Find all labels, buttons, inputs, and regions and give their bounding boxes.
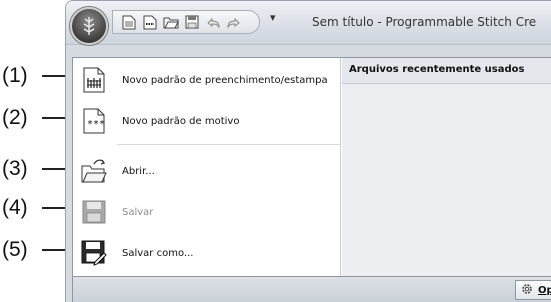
menu-save-as[interactable]: Salvar como... [73, 235, 341, 271]
save-as-icon [80, 239, 108, 267]
motif-pattern-icon: *** [80, 107, 108, 135]
options-gear-icon [520, 282, 534, 299]
recent-files-header: Arquivos recentemente usados [342, 58, 551, 84]
save-icon[interactable] [184, 14, 200, 30]
new-motif-icon[interactable] [142, 14, 158, 30]
menu-save[interactable]: Salvar [73, 194, 341, 230]
application-menu-button[interactable] [70, 7, 108, 45]
save-icon [80, 198, 108, 226]
fill-pattern-icon [80, 66, 108, 94]
menu-new-fill-pattern[interactable]: Novo padrão de preenchimento/estampa [73, 62, 341, 98]
new-pattern-icon[interactable] [121, 14, 137, 30]
menu-new-motif-pattern-label: Novo padrão de motivo [122, 115, 240, 127]
open-folder-icon[interactable] [163, 14, 179, 30]
svg-text:***: *** [87, 119, 105, 130]
undo-icon[interactable] [205, 14, 221, 30]
callout-3: (3) [2, 157, 28, 180]
application-logo-icon [83, 17, 95, 35]
application-window: ▾ Sem título - Programmable Stitch Cre N… [65, 0, 551, 302]
callout-2: (2) [2, 106, 28, 129]
menu-open-label: Abrir... [122, 165, 155, 177]
menu-save-as-label: Salvar como... [122, 247, 194, 259]
application-menu: Novo padrão de preenchimento/estampa ***… [72, 57, 551, 277]
options-button-label: Opç [538, 284, 551, 296]
title-bar: ▾ Sem título - Programmable Stitch Cre [66, 1, 551, 45]
menu-new-motif-pattern[interactable]: *** Novo padrão de motivo [73, 103, 341, 139]
window-title: Sem título - Programmable Stitch Cre [312, 15, 537, 29]
callout-5: (5) [2, 238, 28, 261]
redo-icon[interactable] [226, 14, 242, 30]
menu-new-fill-pattern-label: Novo padrão de preenchimento/estampa [122, 74, 328, 86]
qat-customize-dropdown[interactable]: ▾ [270, 11, 276, 24]
open-folder-icon [80, 157, 108, 185]
quick-access-toolbar [112, 10, 260, 34]
recent-files-panel: Arquivos recentemente usados [342, 58, 551, 276]
menu-save-label: Salvar [122, 206, 154, 218]
callout-4: (4) [2, 196, 28, 219]
callout-1: (1) [2, 64, 28, 87]
options-button[interactable]: Opç [515, 280, 551, 300]
menu-open[interactable]: Abrir... [73, 153, 341, 189]
menu-commands: Novo padrão de preenchimento/estampa ***… [73, 58, 341, 276]
menu-separator [117, 144, 341, 145]
menu-footer: Opç [72, 277, 551, 302]
